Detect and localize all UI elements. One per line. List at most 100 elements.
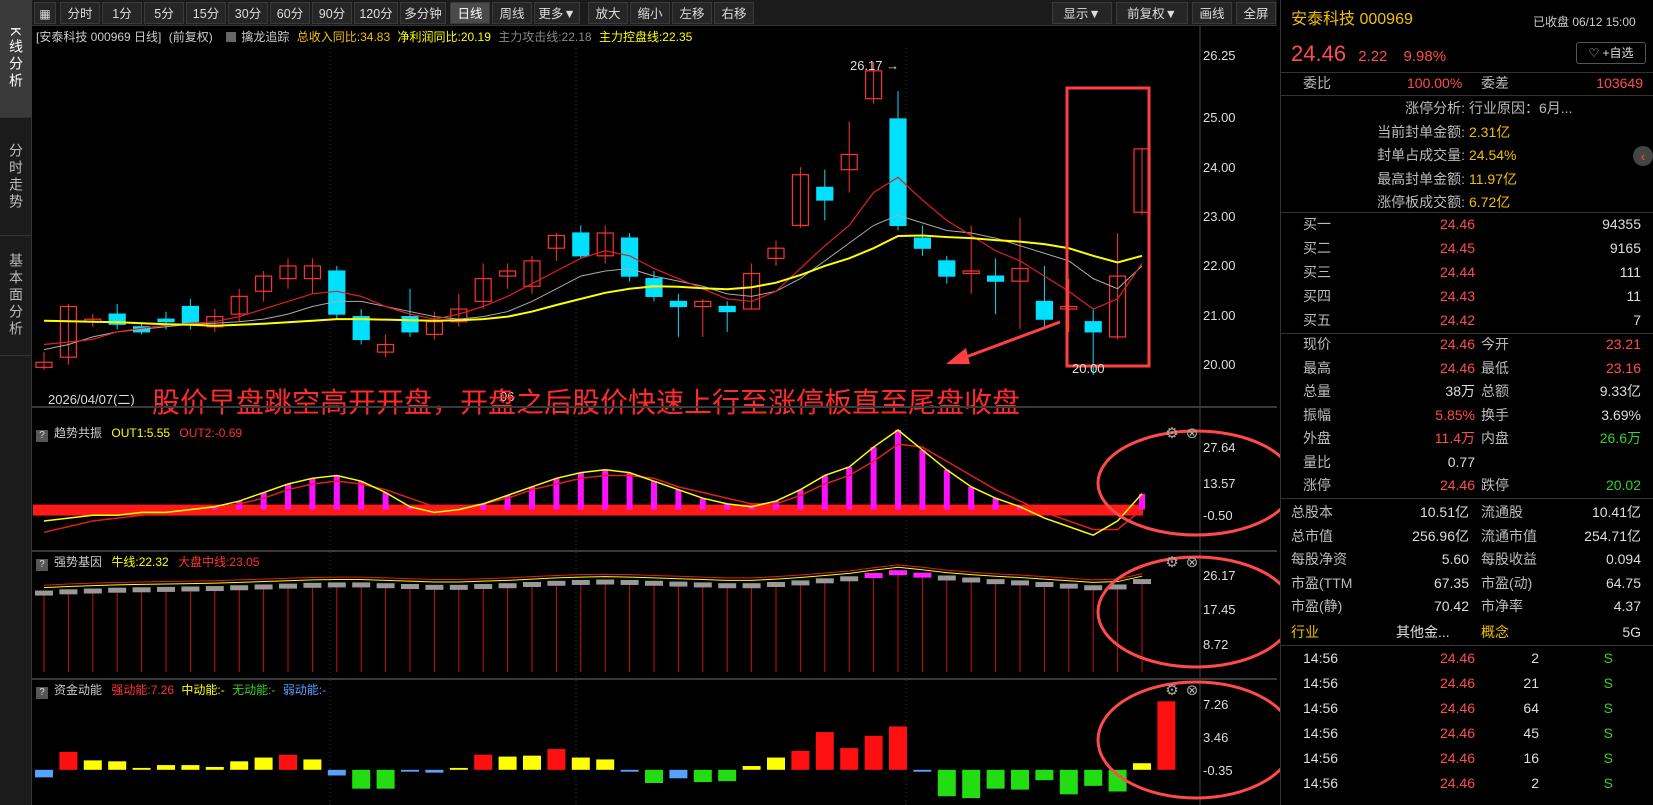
money-bar: [303, 759, 322, 770]
settings-gear-icon[interactable]: ⚙: [1164, 683, 1180, 699]
bid-price[interactable]: 24.44: [1395, 262, 1475, 282]
stat-value: 24.46: [1439, 336, 1475, 352]
bid-price[interactable]: 24.46: [1395, 214, 1475, 234]
candle-body: [986, 275, 1005, 282]
stat-value: 9.33亿: [1599, 383, 1641, 399]
ma-gray-line: [43, 214, 1143, 351]
candle-body: [938, 260, 956, 277]
add-watchlist-button[interactable]: ♡ +自选: [1576, 42, 1646, 64]
bid-price[interactable]: 24.43: [1395, 286, 1475, 306]
gene-block: [767, 582, 785, 587]
money-bar: [693, 769, 712, 783]
bid-price[interactable]: 24.45: [1395, 238, 1475, 258]
gene-axis-tick: 8.72: [1203, 637, 1229, 652]
money-bar: [254, 757, 273, 770]
close-panel-icon[interactable]: ⊗: [1184, 683, 1200, 699]
gene-axis-tick: 17.45: [1203, 602, 1236, 617]
money-bar: [645, 769, 663, 784]
concept-label: 概念: [1481, 624, 1509, 640]
last-price: 24.46: [1291, 41, 1347, 66]
trend-bar: [236, 501, 243, 510]
gene-block: [742, 583, 761, 589]
panel-divider: [32, 550, 1277, 552]
collapse-arrow-icon[interactable]: ‹: [1633, 146, 1653, 166]
gene-block: [840, 576, 859, 582]
trend-bar: [699, 498, 706, 510]
money-bar: [669, 769, 688, 779]
gene-block: [645, 580, 663, 586]
stat-value: 26.6万: [1599, 430, 1641, 446]
money-bar: [962, 769, 981, 799]
weicha-label: 委差: [1481, 75, 1509, 91]
trend-panel-name: 趋势共振: [54, 426, 103, 440]
trend-axis-tick: 27.64: [1203, 440, 1236, 455]
analysis-label: 涨停分析:: [1405, 100, 1465, 116]
trend-bar: [895, 430, 901, 510]
tick-volume: 64: [1523, 700, 1539, 716]
divider: [1281, 645, 1653, 646]
money-bar: [376, 769, 395, 789]
highlight-box: [1065, 86, 1151, 368]
gene-block: [376, 583, 395, 589]
divider: [1281, 498, 1653, 499]
tick-side: S: [1603, 775, 1613, 791]
help-icon[interactable]: ?: [36, 559, 48, 571]
money-bar: [791, 750, 810, 770]
price-axis-tick: 24.00: [1203, 160, 1236, 175]
concept-value[interactable]: 5G: [1622, 622, 1641, 642]
settings-gear-icon[interactable]: ⚙: [1164, 555, 1180, 571]
money-bar: [1011, 769, 1029, 790]
close-panel-icon[interactable]: ⊗: [1184, 426, 1200, 442]
analysis-value: 11.97亿: [1469, 170, 1517, 187]
close-panel-icon[interactable]: ⊗: [1184, 555, 1200, 571]
analysis-label: 涨停板成交额:: [1377, 194, 1465, 210]
stat-label: 现价: [1303, 336, 1331, 352]
heart-icon: ♡: [1588, 46, 1600, 60]
fund-value: 254.71亿: [1584, 527, 1641, 544]
tick-price: 24.46: [1439, 750, 1475, 766]
zero-band: [33, 504, 1143, 516]
trend-bar: [968, 486, 975, 510]
money-bar: [498, 756, 517, 770]
gene-market-line: 大盘中线:23.05: [178, 555, 260, 569]
bid-price[interactable]: 24.42: [1395, 310, 1475, 330]
tick-volume: 21: [1523, 675, 1539, 691]
gene-block: [571, 579, 590, 585]
analysis-value: 2.31亿: [1469, 123, 1511, 140]
candle-body: [157, 318, 175, 323]
annotation-arrowhead: [946, 348, 970, 364]
gene-block: [1035, 582, 1054, 587]
settings-gear-icon[interactable]: ⚙: [1164, 426, 1180, 442]
tick-side: S: [1603, 675, 1613, 691]
candle-body: [1035, 300, 1054, 320]
stat-value: 24.46: [1439, 359, 1475, 376]
money-bar: [230, 761, 249, 770]
divider: [1281, 212, 1653, 213]
bid-volume: 111: [1619, 264, 1641, 280]
fund-label: 流通股: [1481, 504, 1523, 520]
analysis-value: 24.54%: [1469, 147, 1517, 163]
stat-label: 换手: [1481, 406, 1509, 423]
attack-line-value: 主力攻击线:22.18: [498, 30, 592, 44]
help-icon[interactable]: ?: [36, 687, 48, 699]
price-line: 24.46 2.22 9.98%: [1291, 40, 1446, 68]
help-icon[interactable]: ?: [36, 430, 48, 442]
bid-level-label: 买三: [1303, 264, 1331, 280]
stat-label: 振幅: [1303, 406, 1331, 423]
ma-red-line: [43, 176, 1143, 346]
trend-axis-tick: 13.57: [1203, 476, 1236, 491]
price-axis-tick: 20.00: [1203, 357, 1236, 372]
analysis-value[interactable]: 行业原因：6月...: [1469, 98, 1572, 118]
fund-value: 70.42: [1433, 598, 1469, 614]
tick-time: 14:56: [1303, 750, 1339, 766]
gene-block: [157, 586, 175, 592]
industry-value[interactable]: 其他金...: [1396, 622, 1450, 642]
money-axis-tick: 3.46: [1203, 730, 1229, 745]
money-bar: [986, 769, 1005, 789]
trend-bar: [626, 472, 633, 510]
money-bar: [181, 765, 200, 770]
money-bar: [1133, 763, 1151, 770]
money-bar: [425, 769, 444, 773]
price-change-pct: 9.98%: [1403, 48, 1447, 65]
gene-block: [132, 587, 151, 593]
